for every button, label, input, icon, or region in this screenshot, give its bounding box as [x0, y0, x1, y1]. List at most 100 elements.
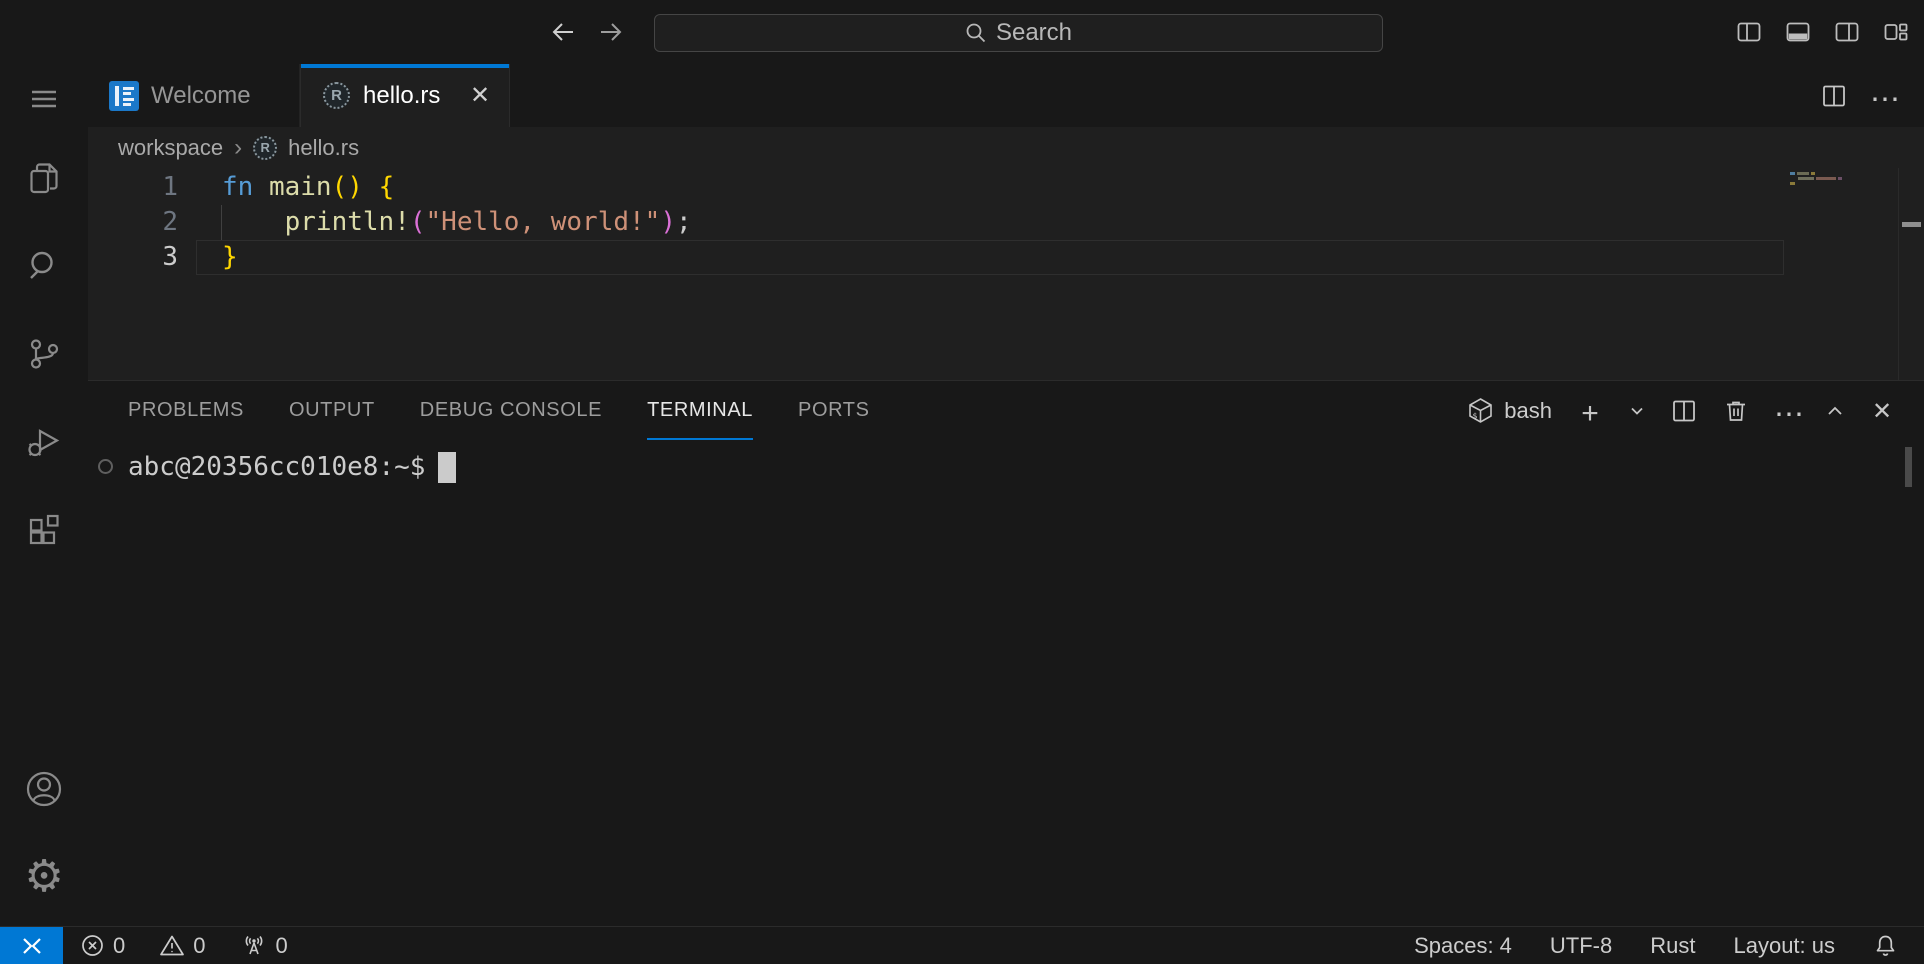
- rust-file-icon: R: [253, 136, 277, 160]
- run-debug-icon: [25, 423, 63, 461]
- history-navigation: [548, 0, 626, 64]
- panel-more-actions-icon[interactable]: ⋯: [1774, 397, 1802, 425]
- hamburger-icon: [26, 81, 62, 117]
- toggle-secondary-sidebar-icon[interactable]: [1834, 19, 1860, 45]
- customize-layout-icon[interactable]: [1883, 19, 1909, 45]
- indentation-status[interactable]: Spaces: 4: [1414, 933, 1512, 959]
- search-view-icon: [25, 247, 63, 285]
- tab-problems[interactable]: PROBLEMS: [128, 381, 244, 440]
- ports-status[interactable]: 0: [240, 933, 288, 959]
- editor-actions: ⋯: [1820, 64, 1924, 127]
- line-content: }: [178, 240, 238, 275]
- panel-header: PROBLEMS OUTPUT DEBUG CONSOLE TERMINAL P…: [88, 381, 1924, 440]
- accounts-button[interactable]: [0, 745, 88, 833]
- warning-count: 0: [193, 933, 205, 959]
- radio-tower-icon: [240, 933, 268, 959]
- welcome-page-icon: [109, 81, 139, 111]
- bottom-panel: PROBLEMS OUTPUT DEBUG CONSOLE TERMINAL P…: [88, 380, 1924, 926]
- tab-hello-rs[interactable]: R hello.rs ✕: [300, 64, 510, 127]
- minimap[interactable]: [1784, 168, 1898, 380]
- keyboard-layout-status[interactable]: Layout: us: [1733, 933, 1835, 959]
- notifications-bell-icon[interactable]: [1873, 933, 1898, 958]
- title-bar: Search: [0, 0, 1924, 64]
- indent-guide: [221, 205, 222, 240]
- encoding-status[interactable]: UTF-8: [1550, 933, 1612, 959]
- warning-icon: [159, 933, 185, 958]
- breadcrumb-file[interactable]: hello.rs: [288, 135, 359, 161]
- go-forward-icon[interactable]: [596, 17, 626, 47]
- sidebar-item-explorer[interactable]: [0, 134, 88, 222]
- close-panel-icon[interactable]: ✕: [1868, 397, 1896, 425]
- tab-hello-rs-label: hello.rs: [363, 82, 440, 110]
- terminal-view[interactable]: abc@20356cc010e8:~$: [88, 440, 1924, 926]
- terminal-line: abc@20356cc010e8:~$: [88, 447, 1924, 487]
- new-terminal-icon[interactable]: +: [1576, 397, 1604, 425]
- tab-terminal[interactable]: TERMINAL: [647, 381, 753, 440]
- overview-ruler[interactable]: [1898, 168, 1924, 380]
- code-line-3[interactable]: 3}: [88, 240, 1784, 275]
- remote-icon: [19, 935, 45, 957]
- search-label: Search: [996, 19, 1072, 47]
- breadcrumb-folder[interactable]: workspace: [118, 135, 223, 161]
- tab-welcome[interactable]: Welcome: [88, 64, 300, 127]
- close-tab-icon[interactable]: ✕: [465, 81, 495, 111]
- panel-tabs: PROBLEMS OUTPUT DEBUG CONSOLE TERMINAL P…: [128, 381, 870, 440]
- toggle-primary-sidebar-icon[interactable]: [1736, 19, 1762, 45]
- code-editor[interactable]: 1fn main() {2 println!("Hello, world!");…: [88, 168, 1924, 380]
- files-icon: [25, 159, 63, 197]
- go-back-icon[interactable]: [548, 17, 578, 47]
- search-command-center[interactable]: Search: [654, 14, 1383, 52]
- split-terminal-icon[interactable]: [1670, 397, 1698, 425]
- line-number: 3: [88, 240, 178, 275]
- line-number: 1: [88, 170, 178, 205]
- terminal-cursor: [438, 452, 456, 483]
- code-line-1[interactable]: 1fn main() {: [88, 170, 1784, 205]
- tab-welcome-label: Welcome: [151, 82, 251, 110]
- sidebar-item-search[interactable]: [0, 222, 88, 310]
- problems-status[interactable]: 0 0: [80, 933, 206, 959]
- gear-icon: ⚙: [24, 855, 63, 899]
- tab-ports[interactable]: PORTS: [798, 381, 870, 440]
- search-icon: [965, 22, 987, 44]
- tab-debug-console[interactable]: DEBUG CONSOLE: [420, 381, 602, 440]
- breadcrumb: workspace › R hello.rs: [88, 127, 1924, 168]
- forwarded-ports-count: 0: [276, 933, 288, 959]
- terminal-profile-label: bash: [1504, 398, 1552, 424]
- account-icon: [24, 769, 64, 809]
- split-editor-icon[interactable]: [1820, 82, 1848, 110]
- code-line-2[interactable]: 2 println!("Hello, world!");: [88, 205, 1784, 240]
- sidebar-item-extensions[interactable]: [0, 486, 88, 574]
- panel-actions: $ bash +: [1467, 381, 1924, 440]
- svg-text:$: $: [1473, 412, 1478, 421]
- git-branch-icon: [25, 335, 63, 373]
- terminal-prompt: abc@20356cc010e8:~$: [128, 452, 425, 482]
- language-mode-status[interactable]: Rust: [1650, 933, 1695, 959]
- rust-file-icon: R: [323, 82, 350, 109]
- sidebar-item-source-control[interactable]: [0, 310, 88, 398]
- line-number: 2: [88, 205, 178, 240]
- tab-output[interactable]: OUTPUT: [289, 381, 375, 440]
- remote-indicator[interactable]: [0, 927, 63, 964]
- bash-icon: $: [1467, 397, 1494, 424]
- toggle-panel-icon[interactable]: [1785, 19, 1811, 45]
- cursor-position-mark: [1902, 222, 1921, 227]
- activity-bar: ⚙: [0, 64, 88, 926]
- sidebar-item-run-debug[interactable]: [0, 398, 88, 486]
- kill-terminal-icon[interactable]: [1722, 397, 1750, 425]
- launch-profile-chevron-icon[interactable]: [1628, 397, 1646, 425]
- error-count: 0: [113, 933, 125, 959]
- breadcrumb-separator-icon: ›: [234, 134, 242, 162]
- vscode-window: Search: [0, 0, 1924, 964]
- menu-button[interactable]: [0, 64, 88, 134]
- editor-group: Welcome R hello.rs ✕ ⋯: [88, 64, 1924, 926]
- more-actions-icon[interactable]: ⋯: [1870, 82, 1898, 110]
- settings-button[interactable]: ⚙: [0, 833, 88, 921]
- maximize-panel-icon[interactable]: [1826, 397, 1844, 425]
- terminal-scrollbar[interactable]: [1905, 447, 1912, 487]
- line-content: println!("Hello, world!");: [178, 205, 692, 240]
- command-decoration-icon[interactable]: [98, 459, 113, 474]
- extensions-icon: [25, 511, 63, 549]
- line-content: fn main() {: [178, 170, 394, 205]
- terminal-profile[interactable]: $ bash: [1467, 397, 1552, 424]
- layout-controls: [1736, 0, 1909, 64]
